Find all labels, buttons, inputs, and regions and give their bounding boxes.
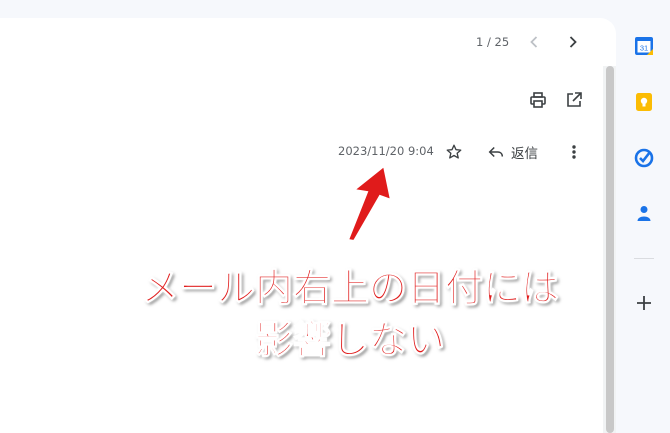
annotation-text: メール内右上の日付には 影響しない: [100, 262, 600, 366]
side-panel-top-icon[interactable]: [633, 0, 655, 10]
pager-count: 1 / 25: [476, 35, 510, 49]
reply-icon: [488, 146, 504, 158]
next-message-button[interactable]: [563, 32, 583, 52]
star-button[interactable]: [444, 142, 464, 162]
mail-view-panel: [0, 18, 616, 433]
open-in-new-window-button[interactable]: [564, 90, 584, 110]
calendar-app-button[interactable]: 31: [633, 35, 655, 57]
printer-icon: [530, 92, 546, 108]
message-date: 2023/11/20 9:04: [338, 144, 434, 158]
keep-app-button[interactable]: [633, 91, 655, 113]
contacts-app-button[interactable]: [633, 202, 655, 224]
annotation-line-1: メール内右上の日付には: [140, 266, 559, 311]
get-addons-button[interactable]: [633, 292, 655, 314]
annotation-arrow: [346, 164, 393, 243]
scrollbar-thumb[interactable]: [606, 66, 614, 433]
annotation-line-2: 影響しない: [254, 318, 445, 363]
tasks-app-button[interactable]: [633, 147, 655, 169]
keep-bulb-icon: [636, 93, 652, 111]
chevron-right-icon: [569, 36, 577, 48]
prev-message-button[interactable]: [524, 32, 544, 52]
side-panel-divider: [634, 258, 654, 259]
contacts-icon: [637, 206, 651, 221]
reply-label: 返信: [511, 146, 538, 162]
svg-text:31: 31: [640, 44, 648, 53]
more-vert-icon: [572, 145, 576, 159]
more-options-button[interactable]: [564, 142, 584, 162]
star-icon: [446, 144, 462, 159]
plus-icon: [637, 296, 651, 310]
reply-button[interactable]: 返信: [487, 142, 538, 162]
chevron-left-icon: [530, 36, 538, 48]
tasks-icon: [634, 148, 654, 168]
print-button[interactable]: [528, 90, 548, 110]
open-in-new-icon: [567, 92, 582, 107]
calendar-icon: 31: [635, 37, 653, 55]
